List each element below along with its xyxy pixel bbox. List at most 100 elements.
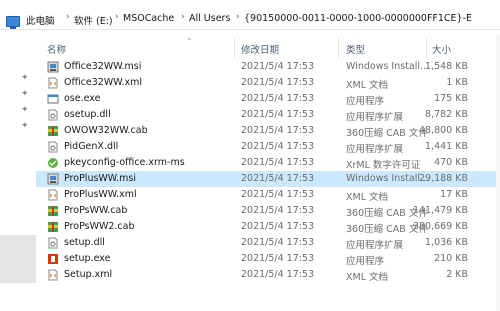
file-row[interactable]: Office32WW.msi 2021/5/4 17:53 Windows Inst…: [36, 59, 500, 75]
column-name-header[interactable]: 名称: [47, 42, 66, 56]
file-name: Office32WW.msi: [64, 61, 142, 72]
dll-icon: [47, 109, 59, 121]
file-row-selected[interactable]: ProPlusWW.msi 2021/5/4 17:53 Windows Insta…: [36, 171, 500, 187]
file-name: setup.exe: [64, 253, 111, 264]
file-date: 2021/5/4 17:53: [241, 109, 315, 120]
chevron-right-icon[interactable]: ›: [181, 12, 185, 22]
chevron-right-icon[interactable]: ›: [66, 12, 70, 22]
column-divider[interactable]: [426, 38, 427, 58]
file-date: 2021/5/4 17:53: [241, 173, 315, 184]
nav-selected-item[interactable]: [0, 235, 36, 283]
file-date: 2021/5/4 17:53: [241, 141, 315, 152]
file-date: 2021/5/4 17:53: [241, 157, 315, 168]
column-date-header[interactable]: 修改日期: [241, 42, 279, 56]
dll-icon: [47, 141, 59, 153]
column-type-header[interactable]: 类型: [346, 42, 365, 56]
file-type: XrML 数字许可证: [346, 160, 421, 171]
column-size-header[interactable]: 大小: [432, 42, 451, 56]
breadcrumb[interactable]: 此电脑 › 软件 (E:) › MSOCache › All Users › {…: [0, 7, 500, 30]
file-type: XML 文档: [346, 192, 389, 203]
file-type: XML 文档: [346, 80, 389, 91]
vertical-scrollbar[interactable]: [496, 35, 500, 311]
file-row[interactable]: pkeyconfig-office.xrm-ms 2021/5/4 17:53 Xr…: [36, 155, 500, 171]
xml-icon: [47, 77, 59, 89]
file-name: PidGenX.dll: [64, 141, 119, 152]
cert-icon: [47, 157, 59, 169]
file-size: 1 KB: [446, 77, 468, 88]
file-name: pkeyconfig-office.xrm-ms: [64, 157, 185, 168]
file-size: 175 KB: [434, 93, 468, 104]
cab-icon: [47, 125, 59, 137]
file-size: 1,036 KB: [425, 237, 468, 248]
file-size: 380,669 KB: [412, 221, 468, 232]
column-divider[interactable]: [338, 38, 339, 58]
file-row[interactable]: osetup.dll 2021/5/4 17:53 应用程序扩展 8,782 KB: [36, 107, 500, 123]
file-size: 2 KB: [446, 269, 468, 280]
file-row[interactable]: ProPsWW2.cab 2021/5/4 17:53 360压缩 CAB 文件 38…: [36, 219, 500, 235]
crumb-msocache[interactable]: MSOCache: [123, 13, 174, 24]
file-date: 2021/5/4 17:53: [241, 221, 315, 232]
file-row[interactable]: Office32WW.xml 2021/5/4 17:53 XML 文档 1 KB: [36, 75, 500, 91]
chevron-right-icon[interactable]: ›: [115, 12, 119, 22]
address-bar[interactable]: 此电脑 › 软件 (E:) › MSOCache › All Users › {…: [0, 0, 500, 35]
file-name: osetup.dll: [64, 109, 111, 120]
exe-icon: [47, 93, 59, 105]
cab-icon: [47, 221, 59, 233]
pin-icon[interactable]: ✦: [21, 121, 29, 131]
crumb-drive[interactable]: 软件 (E:): [74, 13, 113, 27]
file-date: 2021/5/4 17:53: [241, 189, 315, 200]
crumb-current-folder[interactable]: {90150000-0011-0000-1000-0000000FF1CE}-E: [244, 13, 472, 24]
file-row[interactable]: ProPsWW.cab 2021/5/4 17:53 360压缩 CAB 文件 141…: [36, 203, 500, 219]
file-name: ProPlusWW.xml: [64, 189, 137, 200]
file-type: Windows Install...: [346, 61, 430, 72]
file-name: setup.dll: [64, 237, 105, 248]
pin-icon[interactable]: ✦: [21, 73, 29, 83]
file-row[interactable]: ose.exe 2021/5/4 17:53 应用程序 175 KB: [36, 91, 500, 107]
file-type: XML 文档: [346, 272, 389, 283]
xml-icon: [47, 269, 59, 281]
file-size: 1,441 KB: [425, 141, 468, 152]
file-size: 470 KB: [434, 157, 468, 168]
navigation-pane[interactable]: ✦ ✦ ✦ ✦: [0, 35, 36, 311]
file-type: 应用程序: [346, 256, 385, 267]
file-type: 应用程序扩展: [346, 240, 404, 251]
file-size: 8,782 KB: [425, 109, 468, 120]
sort-ascending-icon: ⌃: [186, 37, 193, 46]
file-name: ProPsWW.cab: [64, 205, 128, 216]
computer-icon: [6, 16, 20, 29]
file-name: Office32WW.xml: [64, 77, 143, 88]
xml-icon: [47, 189, 59, 201]
file-size: 29,188 KB: [418, 173, 468, 184]
file-date: 2021/5/4 17:53: [241, 205, 315, 216]
file-name: ProPsWW2.cab: [64, 221, 135, 232]
file-row[interactable]: OWOW32WW.cab 2021/5/4 17:53 360压缩 CAB 文件 48…: [36, 123, 500, 139]
file-row[interactable]: setup.exe 2021/5/4 17:53 应用程序 210 KB: [36, 251, 500, 267]
office-exe-icon: [47, 253, 59, 265]
column-divider[interactable]: [234, 38, 235, 58]
file-date: 2021/5/4 17:53: [241, 269, 315, 280]
msi-icon: [47, 61, 59, 73]
file-date: 2021/5/4 17:53: [241, 61, 315, 72]
file-type: 360压缩 CAB 文件: [346, 128, 428, 139]
file-type: Windows Install...: [346, 173, 430, 184]
file-name: Setup.xml: [64, 269, 113, 280]
crumb-this-pc[interactable]: 此电脑: [26, 13, 55, 27]
file-row[interactable]: PidGenX.dll 2021/5/4 17:53 应用程序扩展 1,441 KB: [36, 139, 500, 155]
pin-icon[interactable]: ✦: [21, 89, 29, 99]
crumb-all-users[interactable]: All Users: [189, 13, 230, 24]
file-type: 应用程序: [346, 96, 385, 107]
file-row[interactable]: setup.dll 2021/5/4 17:53 应用程序扩展 1,036 KB: [36, 235, 500, 251]
file-row[interactable]: Setup.xml 2021/5/4 17:53 XML 文档 2 KB: [36, 267, 500, 283]
chevron-right-icon[interactable]: ›: [236, 12, 240, 22]
cab-icon: [47, 205, 59, 217]
file-type: 应用程序扩展: [346, 144, 404, 155]
file-row[interactable]: ProPlusWW.xml 2021/5/4 17:53 XML 文档 17 KB: [36, 187, 500, 203]
file-date: 2021/5/4 17:53: [241, 77, 315, 88]
file-size: 17 KB: [440, 189, 468, 200]
file-name: ProPlusWW.msi: [64, 173, 136, 184]
file-date: 2021/5/4 17:53: [241, 125, 315, 136]
pin-icon[interactable]: ✦: [21, 105, 29, 115]
file-size: 1,548 KB: [425, 61, 468, 72]
file-size: 48,800 KB: [418, 125, 468, 136]
file-date: 2021/5/4 17:53: [241, 237, 315, 248]
